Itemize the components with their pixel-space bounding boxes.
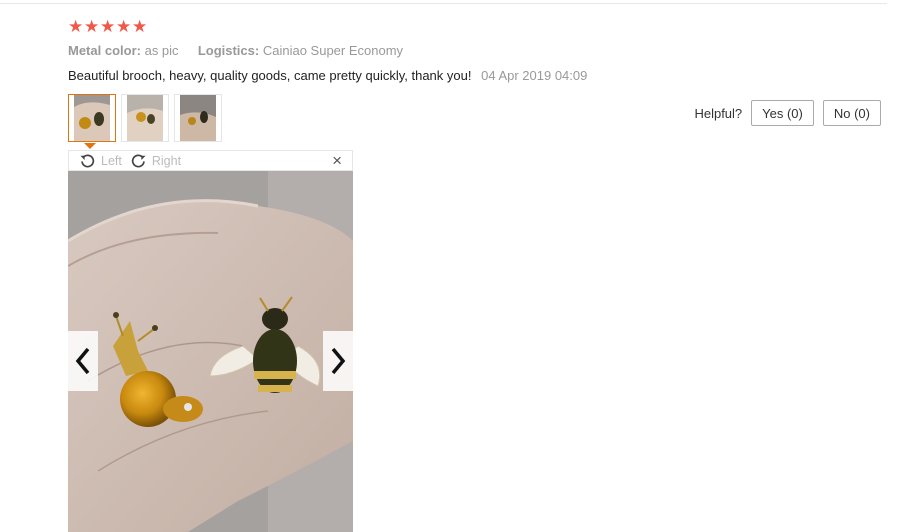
helpful-yes-button[interactable]: Yes (0) — [751, 100, 814, 126]
logistics-value: Cainiao Super Economy — [262, 43, 404, 58]
active-thumbnail-pointer — [84, 143, 96, 149]
thumbnail-2[interactable] — [121, 94, 169, 142]
thumbnail-3[interactable] — [174, 94, 222, 142]
review-thumbnails — [68, 94, 222, 142]
order-attributes: Metal color: as pic Logistics: Cainiao S… — [68, 43, 403, 58]
review-text: Beautiful brooch, heavy, quality goods, … — [68, 68, 472, 83]
thumbnail-image — [180, 95, 216, 141]
metal-color-value: as pic — [144, 43, 179, 58]
star-rating: ★ ★ ★ ★ ★ — [68, 17, 148, 36]
review-date: 04 Apr 2019 04:09 — [481, 68, 588, 83]
viewer-toolbar: Left Right × — [68, 150, 353, 171]
thumbnail-1[interactable] — [68, 94, 116, 142]
chevron-left-icon — [75, 347, 90, 375]
photo-scene — [68, 171, 353, 532]
rotate-left-icon — [80, 154, 95, 168]
star-icon: ★ — [100, 17, 116, 36]
next-image-button[interactable] — [323, 331, 353, 391]
chevron-right-icon — [331, 347, 346, 375]
rotate-right-button[interactable]: Right — [130, 152, 181, 169]
helpful-no-button[interactable]: No (0) — [822, 100, 881, 126]
star-icon: ★ — [116, 17, 132, 36]
logistics-label: Logistics: — [197, 43, 260, 58]
close-icon[interactable]: × — [332, 152, 342, 169]
rotate-right-icon — [131, 154, 146, 168]
prev-image-button[interactable] — [68, 331, 98, 391]
helpful-vote: Helpful? Yes (0) No (0) — [694, 100, 881, 126]
rotate-right-label: Right — [151, 153, 182, 168]
star-icon: ★ — [68, 17, 84, 36]
star-icon: ★ — [84, 17, 100, 36]
thumbnail-image — [74, 95, 110, 141]
thumbnail-image — [127, 95, 163, 141]
top-divider — [0, 3, 887, 4]
rotate-left-label: Left — [101, 153, 122, 168]
star-icon: ★ — [132, 17, 148, 36]
review-body: Beautiful brooch, heavy, quality goods, … — [68, 68, 587, 83]
image-viewer: Left Right × — [68, 150, 353, 532]
metal-color-label: Metal color: — [68, 43, 141, 58]
rotate-left-button[interactable]: Left — [79, 152, 122, 169]
review-photo — [68, 171, 353, 532]
helpful-label: Helpful? — [694, 105, 743, 121]
